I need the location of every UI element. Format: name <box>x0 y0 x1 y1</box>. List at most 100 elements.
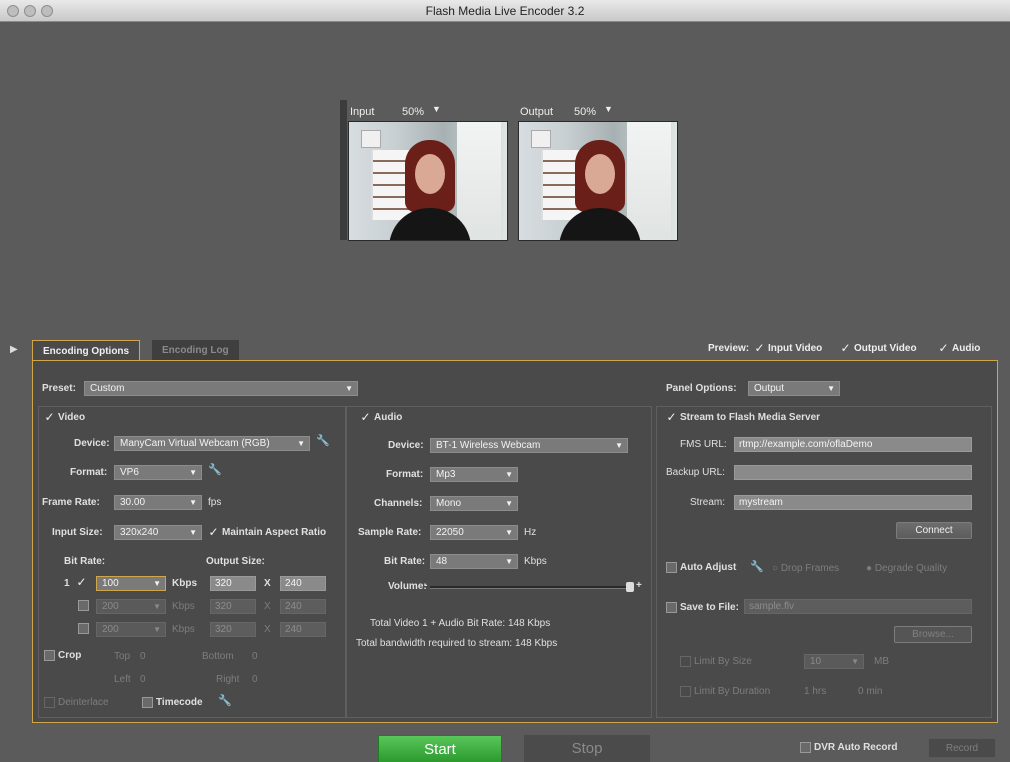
bitrate-row-2-dropdown[interactable]: 200 ▼ <box>96 599 166 614</box>
output-width-row-2[interactable]: 320 <box>210 599 256 614</box>
connect-button[interactable]: Connect <box>896 522 972 539</box>
input-size-dropdown[interactable]: 320x240 ▼ <box>114 525 202 540</box>
stream-to-fms-checkbox[interactable]: ✓ Stream to Flash Media Server <box>666 411 821 424</box>
frame-rate-value: 30.00 <box>120 497 146 508</box>
preview-input-video-toggle[interactable]: ✓ Input Video <box>754 342 822 354</box>
mb-unit: MB <box>874 656 889 667</box>
fms-url-label: FMS URL: <box>680 439 727 450</box>
audio-device-dropdown[interactable]: BT-1 Wireless Webcam ▼ <box>430 438 628 453</box>
duration-minutes[interactable]: 0 min <box>858 686 882 697</box>
output-video-image <box>519 122 677 240</box>
tab-encoding-options[interactable]: Encoding Options <box>32 340 141 361</box>
limit-by-size-checkbox[interactable]: Limit By Size <box>680 656 752 667</box>
checkmark-icon: ✓ <box>840 341 851 355</box>
degrade-quality-radio[interactable]: ● Degrade Quality <box>866 563 947 574</box>
stream-name-input[interactable]: mystream <box>734 495 972 510</box>
frame-rate-label: Frame Rate: <box>42 497 100 508</box>
chevron-down-icon: ▼ <box>615 441 623 450</box>
stop-button[interactable]: Stop <box>524 735 650 762</box>
maintain-aspect-ratio-checkbox[interactable]: ✓ Maintain Aspect Ratio <box>208 526 326 538</box>
limit-size-dropdown[interactable]: 10 ▼ <box>804 654 864 669</box>
window-title: Flash Media Live Encoder 3.2 <box>425 4 585 18</box>
auto-adjust-checkbox[interactable]: Auto Adjust <box>666 562 736 573</box>
bitrate-row-1-dropdown[interactable]: 100 ▼ <box>96 576 166 591</box>
audio-device-value: BT-1 Wireless Webcam <box>436 440 541 451</box>
browse-button[interactable]: Browse... <box>894 626 972 643</box>
crop-right-value[interactable]: 0 <box>252 674 258 685</box>
deinterlace-checkbox[interactable]: Deinterlace <box>44 697 109 708</box>
sample-rate-dropdown[interactable]: 22050 ▼ <box>430 525 518 540</box>
audio-format-dropdown[interactable]: Mp3 ▼ <box>430 467 518 482</box>
timecode-checkbox[interactable]: Timecode <box>142 697 203 708</box>
input-zoom-dropdown-icon[interactable]: ▼ <box>432 104 441 114</box>
drop-frames-radio[interactable]: ○ Drop Frames <box>772 563 839 574</box>
volume-slider-handle[interactable] <box>626 582 634 592</box>
chevron-down-icon: ▼ <box>297 439 305 448</box>
crop-left-value[interactable]: 0 <box>140 674 146 685</box>
save-file-path-input[interactable]: sample.flv <box>744 599 972 614</box>
kbps-unit: Kbps <box>524 556 547 567</box>
crop-top-value[interactable]: 0 <box>140 651 146 662</box>
output-height-row-1[interactable]: 240 <box>280 576 326 591</box>
bitrate-row-2-checkbox[interactable] <box>78 600 92 611</box>
output-height-row-3[interactable]: 240 <box>280 622 326 637</box>
save-to-file-checkbox[interactable]: Save to File: <box>666 602 739 613</box>
chevron-down-icon: ▼ <box>345 384 353 393</box>
checkbox-empty-icon <box>142 697 153 708</box>
input-video-image <box>349 122 507 240</box>
backup-url-input[interactable] <box>734 465 972 480</box>
record-button[interactable]: Record <box>928 738 996 758</box>
crop-checkbox[interactable]: Crop <box>44 650 81 661</box>
close-window-button[interactable] <box>7 5 19 17</box>
fms-url-input[interactable]: rtmp://example.com/oflaDemo <box>734 437 972 452</box>
checkbox-empty-icon <box>666 562 677 573</box>
degrade-quality-label: Degrade Quality <box>874 563 948 574</box>
checkbox-empty-icon <box>680 656 691 667</box>
video-device-settings-wrench-icon[interactable]: 🔧 <box>316 434 330 447</box>
volume-slider-track[interactable] <box>430 586 630 589</box>
minimize-window-button[interactable] <box>24 5 36 17</box>
video-checkbox[interactable]: ✓ Video <box>44 411 85 423</box>
stream-to-fms-label: Stream to Flash Media Server <box>680 412 821 424</box>
output-width-row-1[interactable]: 320 <box>210 576 256 591</box>
sample-rate-label: Sample Rate: <box>358 527 422 538</box>
channels-value: Mono <box>436 498 462 509</box>
output-zoom-dropdown-icon[interactable]: ▼ <box>604 104 613 114</box>
limit-by-duration-checkbox[interactable]: Limit By Duration <box>680 686 770 697</box>
panel-options-dropdown[interactable]: Output ▼ <box>748 381 840 396</box>
start-button[interactable]: Start <box>378 735 502 762</box>
checkbox-empty-icon <box>44 697 55 708</box>
video-device-dropdown[interactable]: ManyCam Virtual Webcam (RGB) ▼ <box>114 436 310 451</box>
timecode-settings-wrench-icon[interactable]: 🔧 <box>218 694 232 707</box>
input-zoom-value[interactable]: 50% <box>402 106 424 118</box>
tab-encoding-log[interactable]: Encoding Log <box>152 340 239 361</box>
audio-bit-rate-dropdown[interactable]: 48 ▼ <box>430 554 518 569</box>
size-separator: X <box>264 601 271 612</box>
crop-bottom-value[interactable]: 0 <box>252 651 258 662</box>
preview-scroll-strip[interactable] <box>340 100 347 240</box>
dvr-auto-record-checkbox[interactable]: DVR Auto Record <box>800 742 898 753</box>
checkmark-icon: ✓ <box>360 410 371 424</box>
video-format-settings-wrench-icon[interactable]: 🔧 <box>208 463 222 476</box>
preview-output-video-toggle[interactable]: ✓ Output Video <box>840 341 917 355</box>
channels-dropdown[interactable]: Mono ▼ <box>430 496 518 511</box>
panel-expand-arrow-icon[interactable]: ▶ <box>10 344 18 355</box>
bitrate-row-1-checkbox[interactable]: ✓ <box>76 576 90 588</box>
preset-dropdown[interactable]: Custom ▼ <box>84 381 358 396</box>
bitrate-row-3-dropdown[interactable]: 200 ▼ <box>96 622 166 637</box>
output-width-row-3[interactable]: 320 <box>210 622 256 637</box>
zoom-window-button[interactable] <box>41 5 53 17</box>
preview-output-video-label: Output Video <box>854 343 917 355</box>
stream-name-label: Stream: <box>690 497 726 508</box>
output-height-row-2[interactable]: 240 <box>280 599 326 614</box>
chevron-down-icon: ▼ <box>153 602 161 611</box>
duration-hours[interactable]: 1 hrs <box>804 686 826 697</box>
auto-adjust-wrench-icon[interactable]: 🔧 <box>750 560 764 573</box>
output-zoom-value[interactable]: 50% <box>574 106 596 118</box>
video-format-dropdown[interactable]: VP6 ▼ <box>114 465 202 480</box>
volume-label: Volume: <box>388 581 427 592</box>
audio-checkbox[interactable]: ✓ Audio <box>360 410 402 424</box>
frame-rate-dropdown[interactable]: 30.00 ▼ <box>114 495 202 510</box>
preview-audio-toggle[interactable]: ✓ Audio <box>938 342 980 354</box>
bitrate-row-3-checkbox[interactable] <box>78 623 92 634</box>
